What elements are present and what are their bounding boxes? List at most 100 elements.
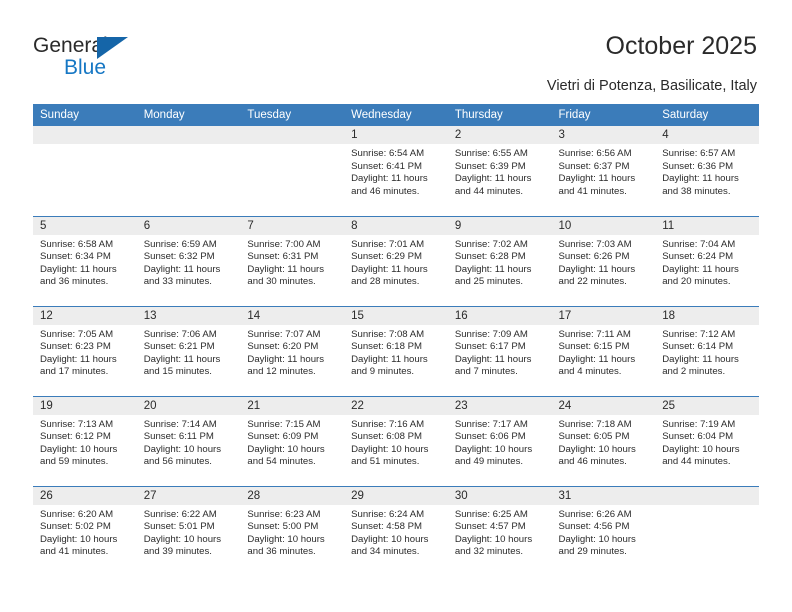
day-details: Sunrise: 7:09 AM Sunset: 6:17 PM Daylight:…: [448, 325, 552, 379]
sunrise-text: Sunrise: 7:02 AM: [454, 238, 528, 250]
day-cell[interactable]: 18 Sunrise: 7:12 AM Sunset: 6:14 PM Dayligh…: [655, 305, 759, 396]
daylight-text-line2: and 32 minutes.: [454, 546, 524, 558]
daylight-text-line2: and 34 minutes.: [351, 546, 420, 558]
daylight-text-line2: and 39 minutes.: [143, 546, 212, 558]
day-number: 6: [136, 216, 241, 235]
day-details: Sunrise: 7:05 AM Sunset: 6:23 PM Daylight:…: [33, 325, 137, 379]
calendar-body: 1 Sunrise: 6:54 AM Sunset: 6:41 PM Daylight…: [33, 126, 759, 576]
daylight-text-line1: Daylight: 11 hours: [454, 173, 532, 185]
day-number: [136, 126, 241, 144]
sunrise-text: Sunrise: 7:07 AM: [247, 328, 321, 340]
day-details: Sunrise: 7:18 AM Sunset: 6:05 PM Daylight:…: [552, 415, 656, 469]
sunrise-text: Sunrise: 6:26 AM: [558, 508, 632, 520]
day-number: 31: [551, 486, 656, 505]
daylight-text-line2: and 54 minutes.: [247, 456, 316, 468]
page-title: October 2025: [605, 32, 758, 60]
day-cell[interactable]: 3 Sunrise: 6:56 AM Sunset: 6:37 PM Daylight…: [551, 126, 656, 216]
weekday-header-tuesday: Tuesday: [240, 104, 345, 126]
day-cell[interactable]: 20 Sunrise: 7:14 AM Sunset: 6:11 PM Dayligh…: [136, 395, 241, 486]
sunrise-text: Sunrise: 6:25 AM: [454, 508, 528, 520]
sunrise-text: Sunrise: 6:59 AM: [143, 238, 217, 250]
day-cell[interactable]: 22 Sunrise: 7:16 AM Sunset: 6:08 PM Dayligh…: [344, 395, 448, 486]
sunrise-text: Sunrise: 6:57 AM: [662, 148, 736, 159]
day-number: 2: [447, 126, 552, 144]
sunrise-text: Sunrise: 7:06 AM: [143, 328, 217, 340]
day-cell[interactable]: 30 Sunrise: 6:25 AM Sunset: 4:57 PM Dayligh…: [447, 485, 552, 576]
sunset-text: Sunset: 6:21 PM: [143, 341, 215, 353]
day-cell[interactable]: 12 Sunrise: 7:05 AM Sunset: 6:23 PM Dayligh…: [33, 305, 137, 396]
day-cell[interactable]: 21 Sunrise: 7:15 AM Sunset: 6:09 PM Dayligh…: [240, 395, 345, 486]
day-cell[interactable]: 28 Sunrise: 6:23 AM Sunset: 5:00 PM Dayligh…: [240, 485, 345, 576]
logo-text-blue: Blue: [64, 56, 107, 79]
daylight-text-line1: Daylight: 10 hours: [247, 533, 325, 545]
calendar-week-row: 12 Sunrise: 7:05 AM Sunset: 6:23 PM Dayligh…: [33, 305, 759, 396]
day-details: Sunrise: 7:06 AM Sunset: 6:21 PM Daylight:…: [137, 325, 241, 379]
weekday-header-saturday: Saturday: [655, 104, 759, 126]
day-cell[interactable]: 14 Sunrise: 7:07 AM Sunset: 6:20 PM Dayligh…: [240, 305, 345, 396]
day-cell[interactable]: 1 Sunrise: 6:54 AM Sunset: 6:41 PM Daylight…: [344, 126, 448, 216]
day-details: Sunrise: 7:07 AM Sunset: 6:20 PM Daylight:…: [240, 325, 344, 379]
day-number: 13: [136, 306, 241, 325]
day-cell[interactable]: 16 Sunrise: 7:09 AM Sunset: 6:17 PM Dayligh…: [447, 305, 552, 396]
day-cell[interactable]: 5 Sunrise: 6:58 AM Sunset: 6:34 PM Daylight…: [33, 215, 137, 306]
day-cell[interactable]: 26 Sunrise: 6:20 AM Sunset: 5:02 PM Dayligh…: [33, 485, 137, 576]
day-cell[interactable]: 6 Sunrise: 6:59 AM Sunset: 6:32 PM Daylight…: [136, 215, 241, 306]
sunset-text: Sunset: 6:17 PM: [454, 341, 526, 353]
day-cell[interactable]: 25 Sunrise: 7:19 AM Sunset: 6:04 PM Dayligh…: [655, 395, 759, 486]
day-number: 19: [33, 396, 137, 415]
day-number: [33, 126, 137, 144]
day-cell[interactable]: 27 Sunrise: 6:22 AM Sunset: 5:01 PM Dayligh…: [136, 485, 241, 576]
day-cell[interactable]: 10 Sunrise: 7:03 AM Sunset: 6:26 PM Dayligh…: [551, 215, 656, 306]
sunset-text: Sunset: 6:23 PM: [40, 341, 111, 353]
sunset-text: Sunset: 5:00 PM: [247, 521, 319, 533]
day-cell[interactable]: 13 Sunrise: 7:06 AM Sunset: 6:21 PM Dayligh…: [136, 305, 241, 396]
day-number: 24: [551, 396, 656, 415]
sunset-text: Sunset: 6:18 PM: [351, 341, 423, 353]
day-cell[interactable]: 2 Sunrise: 6:55 AM Sunset: 6:39 PM Daylight…: [447, 126, 552, 216]
day-cell[interactable]: 11 Sunrise: 7:04 AM Sunset: 6:24 PM Dayligh…: [655, 215, 759, 306]
day-details: Sunrise: 7:19 AM Sunset: 6:04 PM Daylight:…: [655, 415, 759, 469]
sunrise-text: Sunrise: 6:20 AM: [40, 508, 114, 520]
daylight-text-line2: and 44 minutes.: [662, 456, 731, 468]
sunrise-text: Sunrise: 6:23 AM: [247, 508, 321, 520]
sunset-text: Sunset: 6:05 PM: [558, 431, 630, 443]
sunset-text: Sunset: 4:56 PM: [558, 521, 630, 533]
sunrise-text: Sunrise: 7:19 AM: [662, 418, 736, 430]
day-number: 1: [344, 126, 448, 144]
day-cell[interactable]: 9 Sunrise: 7:02 AM Sunset: 6:28 PM Daylight…: [447, 215, 552, 306]
day-cell[interactable]: 4 Sunrise: 6:57 AM Sunset: 6:36 PM Daylight…: [655, 126, 759, 216]
day-details: Sunrise: 7:02 AM Sunset: 6:28 PM Daylight:…: [448, 235, 552, 289]
day-number: 10: [551, 216, 656, 235]
day-cell[interactable]: 19 Sunrise: 7:13 AM Sunset: 6:12 PM Dayligh…: [33, 395, 137, 486]
daylight-text-line2: and 17 minutes.: [40, 366, 109, 378]
day-cell[interactable]: 17 Sunrise: 7:11 AM Sunset: 6:15 PM Dayligh…: [551, 305, 656, 396]
day-cell[interactable]: 15 Sunrise: 7:08 AM Sunset: 6:18 PM Dayligh…: [344, 305, 448, 396]
daylight-text-line2: and 4 minutes.: [558, 366, 622, 378]
day-cell[interactable]: 29 Sunrise: 6:24 AM Sunset: 4:58 PM Dayligh…: [344, 485, 448, 576]
daylight-text-line2: and 49 minutes.: [454, 456, 524, 468]
day-details: Sunrise: 7:01 AM Sunset: 6:29 PM Daylight:…: [344, 235, 448, 289]
day-number: 5: [33, 216, 137, 235]
day-number: 8: [344, 216, 448, 235]
daylight-text-line2: and 30 minutes.: [247, 276, 316, 288]
day-number: 30: [447, 486, 552, 505]
daylight-text-line2: and 15 minutes.: [143, 366, 212, 378]
day-cell[interactable]: 23 Sunrise: 7:17 AM Sunset: 6:06 PM Dayligh…: [447, 395, 552, 486]
daylight-text-line2: and 41 minutes.: [558, 185, 627, 197]
calendar-page: General Blue October 2025 Vietri di Pote…: [0, 0, 792, 612]
sunrise-text: Sunrise: 6:55 AM: [454, 148, 528, 159]
day-cell[interactable]: 7 Sunrise: 7:00 AM Sunset: 6:31 PM Daylight…: [240, 215, 345, 306]
day-number: 23: [447, 396, 552, 415]
sunset-text: Sunset: 4:57 PM: [454, 521, 526, 533]
daylight-text-line2: and 33 minutes.: [143, 276, 212, 288]
general-blue-logo[interactable]: General Blue: [33, 34, 193, 86]
day-cell[interactable]: 31 Sunrise: 6:26 AM Sunset: 4:56 PM Dayligh…: [551, 485, 656, 576]
daylight-text-line1: Daylight: 10 hours: [351, 443, 429, 455]
day-cell[interactable]: 8 Sunrise: 7:01 AM Sunset: 6:29 PM Daylight…: [344, 215, 448, 306]
daylight-text-line1: Daylight: 11 hours: [40, 353, 117, 365]
sunrise-text: Sunrise: 7:03 AM: [558, 238, 632, 250]
daylight-text-line2: and 44 minutes.: [454, 185, 524, 197]
day-cell[interactable]: 24 Sunrise: 7:18 AM Sunset: 6:05 PM Dayligh…: [551, 395, 656, 486]
daylight-text-line1: Daylight: 10 hours: [558, 533, 636, 545]
day-details: Sunrise: 7:00 AM Sunset: 6:31 PM Daylight:…: [240, 235, 344, 289]
